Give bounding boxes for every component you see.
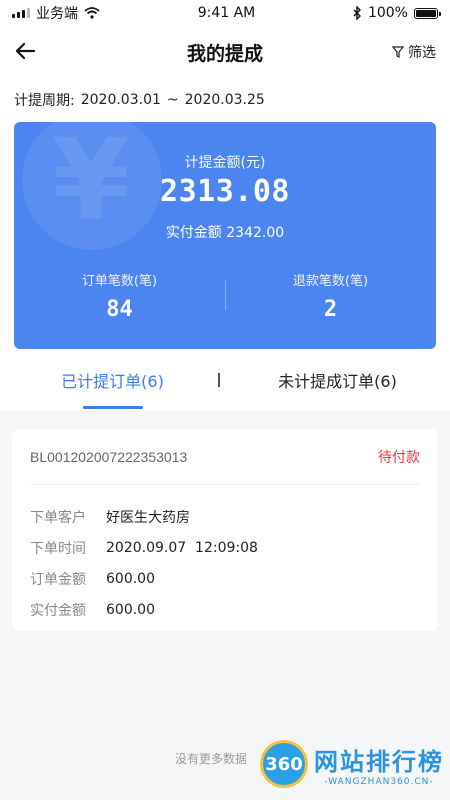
watermark-cn: 网站排行榜 [314, 747, 444, 776]
detail-value: 好医生大药房 [106, 509, 190, 526]
refund-count-value: 2 [323, 297, 338, 322]
commission-amount-label: 计提金额(元) [184, 155, 266, 171]
carrier-name: 业务端 [36, 6, 78, 22]
order-detail-row: 下单客户 好医生大药房 [30, 501, 420, 532]
period-row: 计提周期: 2020.03.01 ~ 2020.03.25 [0, 78, 450, 122]
tab-divider [218, 373, 220, 387]
detail-key: 订单金额 [30, 571, 86, 588]
status-right: 100% [353, 5, 441, 21]
filter-button[interactable]: 筛选 [392, 42, 436, 62]
refund-count-label: 退款笔数(笔) [292, 274, 369, 289]
order-detail-row: 下单时间 2020.09.07 12:09:08 [30, 532, 420, 563]
back-arrow-icon[interactable] [14, 40, 36, 62]
period-label: 计提周期: [14, 93, 75, 109]
paid-amount-label: 实付金额 [165, 225, 222, 241]
header-area: 业务端 9:41 AM 100% 我的提成 筛选 计提周期: 2020.03.0… [0, 0, 450, 411]
order-details: 下单客户 好医生大药房 下单时间 2020.09.07 12:09:08 订单金… [30, 485, 420, 625]
page-title: 我的提成 [186, 42, 263, 65]
detail-key: 实付金额 [30, 602, 86, 619]
period-start: 2020.03.01 [80, 92, 161, 108]
status-left: 业务端 [12, 3, 100, 23]
detail-value: 600.00 [106, 570, 155, 587]
battery-percent: 100% [367, 5, 408, 21]
commission-amount-value: 2313.08 [160, 174, 290, 209]
status-time: 9:41 AM [197, 5, 256, 21]
order-header: BL001202007222353013 待付款 [30, 429, 420, 485]
tab-accrued-orders[interactable]: 已计提订单(6) [0, 349, 225, 411]
detail-key: 下单时间 [30, 540, 86, 557]
detail-value: 2020.09.07 12:09:08 [106, 539, 258, 556]
period-separator: ~ [166, 92, 179, 108]
order-card[interactable]: BL001202007222353013 待付款 下单客户 好医生大药房 下单时… [12, 429, 438, 631]
signal-icon [12, 8, 30, 18]
detail-key: 下单客户 [30, 509, 86, 526]
watermark-logo: 360 网站排行榜 -WANGZHAN360.CN- [260, 740, 444, 788]
nav-bar: 我的提成 筛选 [0, 26, 450, 78]
no-more-data-note: 没有更多数据 [175, 752, 248, 766]
order-count-stat: 订单笔数(笔) 84 [14, 270, 225, 322]
detail-value: 600.00 [106, 601, 155, 618]
order-count-label: 订单笔数(笔) [81, 274, 158, 289]
paid-amount-value: 2342.00 [226, 225, 285, 241]
tab-unaccrued-orders[interactable]: 未计提成订单(6) [225, 349, 450, 411]
stats-row: 订单笔数(笔) 84 退款笔数(笔) 2 [14, 270, 436, 322]
period-end: 2020.03.25 [184, 92, 265, 108]
paid-amount-row: 实付金额 2342.00 [14, 222, 436, 242]
order-detail-row: 实付金额 600.00 [30, 594, 420, 625]
watermark-en: -WANGZHAN360.CN- [324, 776, 434, 787]
order-tabs: 已计提订单(6) 未计提成订单(6) [0, 349, 450, 411]
order-count-value: 84 [106, 297, 133, 322]
commission-summary-card: 计提金额(元) 2313.08 实付金额 2342.00 订单笔数(笔) 84 … [14, 122, 436, 349]
order-detail-row: 订单金额 600.00 [30, 563, 420, 594]
watermark-badge: 360 [260, 740, 308, 788]
wifi-icon [84, 7, 100, 19]
battery-icon [413, 7, 441, 19]
refund-count-stat: 退款笔数(笔) 2 [225, 270, 436, 322]
order-id: BL001202007222353013 [30, 448, 188, 465]
filter-label: 筛选 [408, 45, 436, 61]
order-status-badge: 待付款 [378, 449, 420, 466]
filter-icon [392, 46, 404, 58]
status-bar: 业务端 9:41 AM 100% [0, 0, 450, 26]
watermark-text: 网站排行榜 -WANGZHAN360.CN- [314, 742, 444, 787]
bluetooth-icon [353, 6, 361, 20]
